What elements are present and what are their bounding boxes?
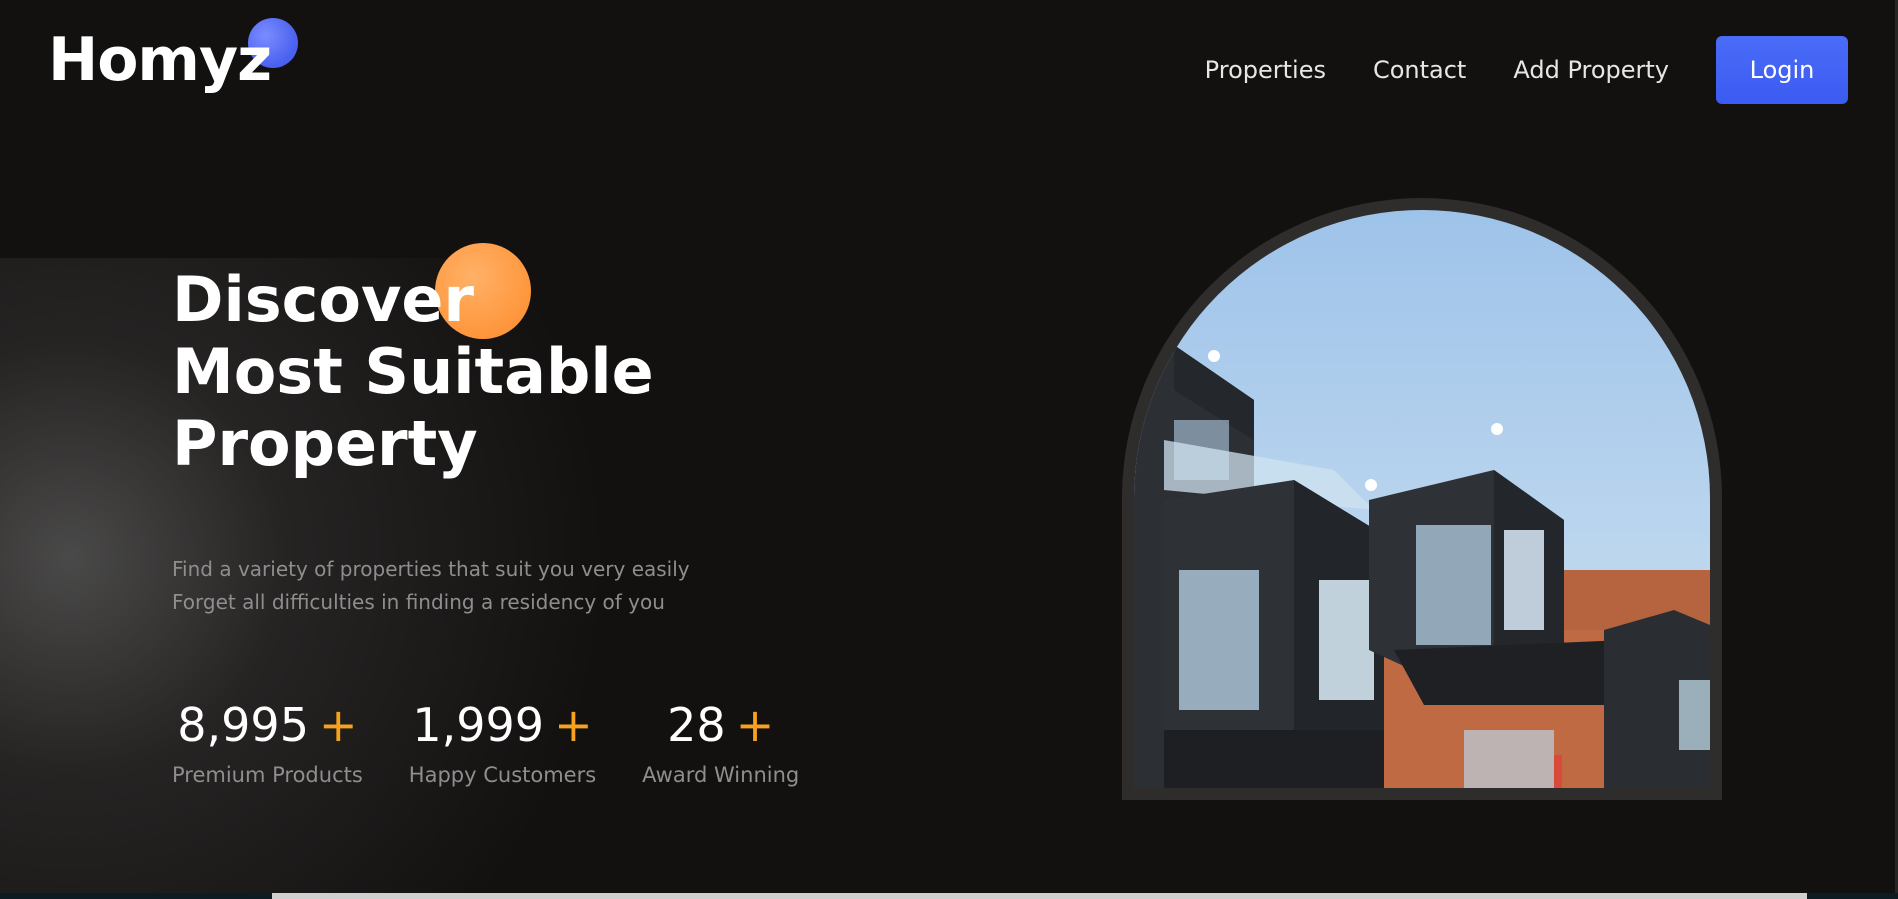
bottom-strip [0, 893, 1898, 899]
logo-text: Homyz [48, 25, 272, 95]
stat-label: Award Winning [642, 763, 800, 787]
login-button[interactable]: Login [1716, 36, 1848, 104]
nav-link-add-property[interactable]: Add Property [1513, 56, 1669, 84]
stat-number: 1,999 [412, 698, 545, 752]
nav-link-contact[interactable]: Contact [1373, 56, 1466, 84]
stats-row: 8,995 + Premium Products 1,999 + Happy Cus… [172, 697, 799, 787]
stat-plus: + [554, 698, 593, 752]
stat-value: 28 + [667, 697, 774, 753]
nav-link-properties[interactable]: Properties [1205, 56, 1326, 84]
hero-image-frame [1122, 198, 1722, 800]
bottom-strip-segment [272, 893, 1807, 899]
stat-premium-products: 8,995 + Premium Products [172, 697, 363, 787]
stat-number: 28 [667, 698, 726, 752]
headline-line-1: Discover [172, 263, 475, 336]
subtext-line-1: Find a variety of properties that suit y… [172, 557, 690, 581]
landing-page: Homyz Properties Contact Add Property Lo… [0, 0, 1898, 899]
headline-line-2: Most Suitable [172, 335, 654, 408]
headline-line-3: Property [172, 407, 478, 480]
stat-value: 1,999 + [412, 697, 592, 753]
stat-happy-customers: 1,999 + Happy Customers [409, 697, 596, 787]
hero-subtext: Find a variety of properties that suit y… [172, 553, 690, 619]
stat-award-winning: 28 + Award Winning [642, 697, 799, 787]
subtext-line-2: Forget all difficulties in finding a res… [172, 590, 665, 614]
stat-label: Happy Customers [408, 763, 597, 787]
stat-plus: + [318, 698, 358, 752]
building-illustration [1134, 335, 1710, 788]
hero-headline: Discover Most Suitable Property [172, 264, 654, 480]
stat-plus: + [735, 698, 775, 752]
main-nav: Properties Contact Add Property Login [1205, 36, 1848, 104]
logo[interactable]: Homyz [48, 18, 308, 116]
stat-number: 8,995 [177, 698, 309, 752]
stat-label: Premium Products [172, 763, 363, 787]
hero-image [1134, 210, 1710, 788]
stat-value: 8,995 + [177, 697, 357, 753]
